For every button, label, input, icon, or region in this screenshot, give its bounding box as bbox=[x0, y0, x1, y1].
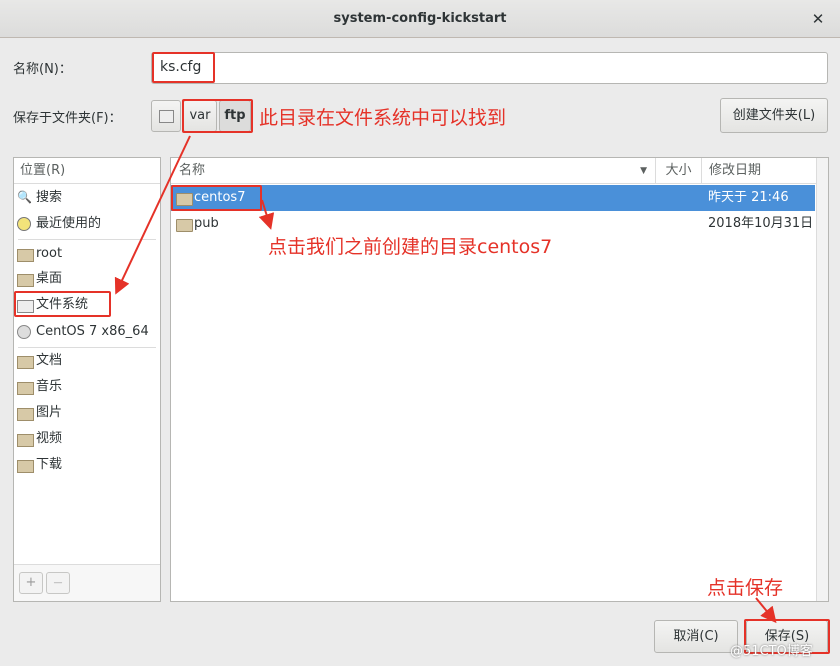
arrow-to-centos7 bbox=[258, 199, 275, 230]
arrow-to-filesystem bbox=[114, 135, 191, 295]
annotation-arrows bbox=[114, 135, 777, 624]
arrow-to-save bbox=[755, 597, 777, 624]
